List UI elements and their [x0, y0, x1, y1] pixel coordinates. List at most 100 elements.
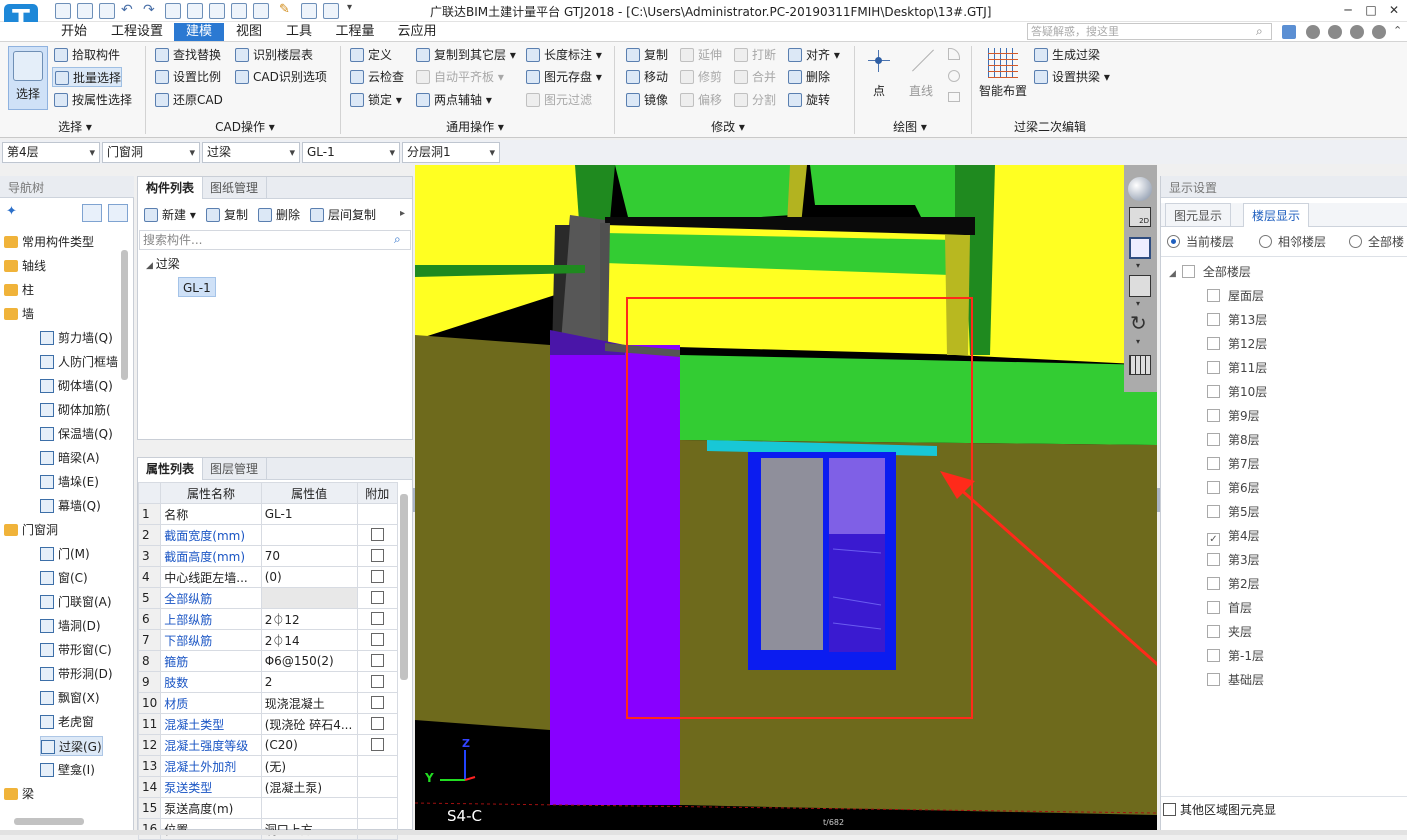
nav-item[interactable]: 人防门框墙	[40, 352, 118, 372]
property-value[interactable]: (无)	[260, 755, 358, 777]
find-replace-button[interactable]: 查找替换	[153, 45, 221, 65]
property-row[interactable]: 10 材质 现浇混凝土	[137, 692, 399, 714]
category-select[interactable]: 门窗洞	[102, 142, 200, 163]
property-value[interactable]: 洞口上方	[260, 818, 358, 840]
close-button[interactable]: ✕	[1385, 2, 1403, 18]
move-button[interactable]: 移动	[624, 67, 668, 87]
floor-checkbox[interactable]: 第5层	[1207, 502, 1260, 522]
split-button[interactable]: 分割	[732, 90, 776, 110]
floor-checkbox[interactable]: 屋面层	[1207, 286, 1264, 306]
nav-item[interactable]: 门窗洞	[4, 520, 58, 540]
menu-start[interactable]: 开始	[52, 23, 96, 41]
generate-lintel-button[interactable]: 生成过梁	[1032, 45, 1100, 65]
property-value[interactable]: Φ6@150(2)	[260, 650, 358, 672]
nav-item[interactable]: 带形洞(D)	[40, 664, 113, 684]
group-modify-label[interactable]: 修改 ▾	[698, 118, 758, 134]
nav-item[interactable]: 带形窗(C)	[40, 640, 112, 660]
notification-icon[interactable]	[1306, 25, 1320, 39]
tile-view-icon[interactable]	[108, 204, 128, 222]
customize-quick-access-icon[interactable]: ▾	[347, 2, 352, 13]
checkbox-icon[interactable]	[370, 612, 384, 625]
user-avatar-icon[interactable]	[1282, 25, 1296, 39]
extend-button[interactable]: 延伸	[678, 45, 722, 65]
property-row[interactable]: 11 混凝土类型 (现浇砼 碎石4...	[137, 713, 399, 735]
set-scale-button[interactable]: 设置比例	[153, 67, 221, 87]
menu-cloud[interactable]: 云应用	[390, 23, 444, 41]
group-select-label[interactable]: 选择 ▾	[40, 118, 110, 134]
radio-current-floor[interactable]: 当前楼层	[1167, 232, 1234, 252]
floor-checkbox[interactable]: 首层	[1207, 598, 1252, 618]
property-value[interactable]: 现浇混凝土	[260, 692, 358, 714]
property-row[interactable]: 15 泵送高度(m)	[137, 797, 399, 819]
radio-all-floors[interactable]: 全部楼	[1349, 232, 1404, 252]
property-row[interactable]: 6 上部纵筋 2⏀12	[137, 608, 399, 630]
set-arch-beam-button[interactable]: 设置拱梁 ▾	[1032, 67, 1110, 87]
checkbox-icon[interactable]	[370, 696, 384, 709]
cad-options-button[interactable]: CAD识别选项	[233, 67, 327, 87]
radio-adjacent-floors[interactable]: 相邻楼层	[1259, 232, 1326, 252]
expand-icon[interactable]: ✦	[6, 204, 17, 219]
component-search-input[interactable]: 搜索构件...	[139, 230, 411, 250]
property-row[interactable]: 12 混凝土强度等级 (C20)	[137, 734, 399, 756]
tab-property-list[interactable]: 属性列表	[138, 458, 204, 480]
property-row[interactable]: 3 截面高度(mm) 70	[137, 545, 399, 567]
nav-item[interactable]: 轴线	[4, 256, 46, 276]
property-value[interactable]	[260, 524, 358, 546]
tab-component-list[interactable]: 构件列表	[138, 177, 204, 199]
menu-view[interactable]: 视图	[228, 23, 270, 41]
orbit-icon[interactable]	[1128, 177, 1152, 201]
nav-item[interactable]: 常用构件类型	[4, 232, 94, 252]
nav-item[interactable]: 柱	[4, 280, 34, 300]
property-row[interactable]: 7 下部纵筋 2⏀14	[137, 629, 399, 651]
layer-select[interactable]: 分层洞1	[402, 142, 500, 163]
group-common-label[interactable]: 通用操作 ▾	[430, 118, 520, 134]
element-filter-button[interactable]: 图元过滤	[524, 90, 592, 110]
property-value[interactable]: 2⏀12	[260, 608, 358, 630]
floor-checkbox[interactable]: 第11层	[1207, 358, 1267, 378]
list-view-icon[interactable]	[82, 204, 102, 222]
nav-item[interactable]: 保温墙(Q)	[40, 424, 113, 444]
define-button[interactable]: 定义	[348, 45, 392, 65]
rotate-view-icon[interactable]: ↻	[1130, 311, 1147, 335]
copy-between-floors-button[interactable]: 层间复制	[308, 205, 376, 225]
quick-tool-icon[interactable]	[301, 3, 317, 19]
3d-viewport[interactable]: Z Y S4-C t/682	[415, 165, 1157, 830]
chevron-down-icon[interactable]: ▾	[1136, 299, 1140, 308]
pencil-icon[interactable]: ✎	[279, 3, 295, 19]
all-floors-checkbox[interactable]: ◢ 全部楼层	[1169, 262, 1251, 282]
floor-checkbox[interactable]: 第2层	[1207, 574, 1260, 594]
nav-item[interactable]: 墙	[4, 304, 34, 324]
nav-item[interactable]: 壁龛(I)	[40, 760, 95, 780]
search-icon[interactable]: ⌕	[394, 232, 401, 247]
property-row[interactable]: 16位置洞口上方	[137, 818, 399, 840]
new-file-icon[interactable]	[55, 3, 71, 19]
property-value[interactable]: (混凝土泵)	[260, 776, 358, 798]
menu-modeling[interactable]: 建模	[174, 23, 224, 41]
menu-quantity[interactable]: 工程量	[328, 23, 382, 41]
nav-scrollbar[interactable]	[121, 250, 128, 380]
menu-tools[interactable]: 工具	[278, 23, 320, 41]
nav-item[interactable]: 砌体加筋(	[40, 400, 111, 420]
property-value[interactable]	[260, 797, 358, 819]
quick-tool-icon[interactable]	[187, 3, 203, 19]
tab-drawing-management[interactable]: 图纸管理	[202, 177, 268, 199]
nav-item[interactable]: 砌体墙(Q)	[40, 376, 113, 396]
nav-item[interactable]: 门联窗(A)	[40, 592, 112, 612]
quick-tool-icon[interactable]	[253, 3, 269, 19]
open-folder-icon[interactable]	[77, 3, 93, 19]
help-search-input[interactable]: 答疑解惑，搜这里	[1027, 23, 1272, 40]
nav-item[interactable]: 过梁(G)	[40, 736, 103, 756]
floor-checkbox[interactable]: 夹层	[1207, 622, 1252, 642]
property-row[interactable]: 8 箍筋 Φ6@150(2)	[137, 650, 399, 672]
property-value[interactable]	[260, 587, 358, 609]
floor-checkbox[interactable]: 第12层	[1207, 334, 1267, 354]
tab-floor-display[interactable]: 楼层显示	[1243, 203, 1310, 227]
chevron-down-icon[interactable]: ▾	[1136, 337, 1140, 346]
break-button[interactable]: 打断	[732, 45, 776, 65]
delete-button[interactable]: 删除	[786, 67, 830, 87]
quick-tool-icon[interactable]	[209, 3, 225, 19]
help-icon[interactable]	[1350, 25, 1364, 39]
component-select[interactable]: GL-1	[302, 142, 400, 163]
floor-checkbox[interactable]: 第9层	[1207, 406, 1260, 426]
tab-layer-management[interactable]: 图层管理	[202, 458, 268, 480]
